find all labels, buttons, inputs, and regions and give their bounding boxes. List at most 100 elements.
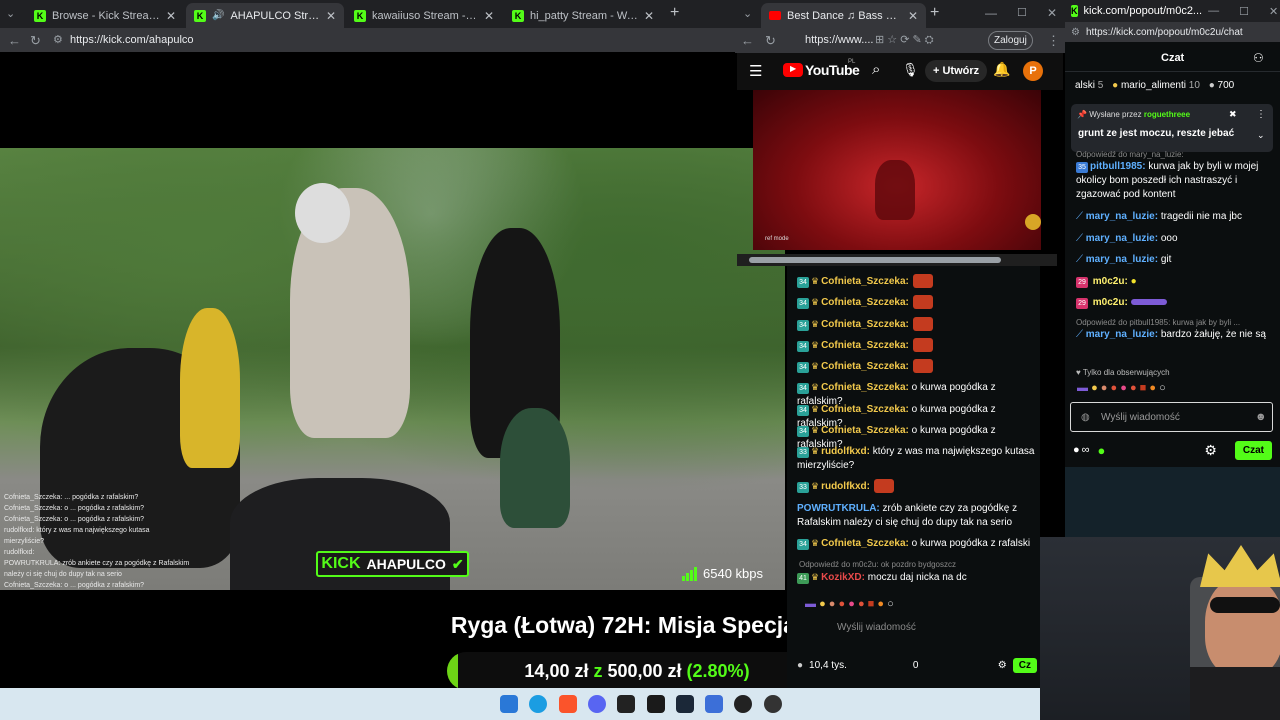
youtube-video-player[interactable]: ref mode (753, 90, 1041, 250)
crown-badge-icon: ♛ (811, 481, 820, 491)
users-icon[interactable]: ⚇ (1253, 51, 1264, 65)
tab-search-icon[interactable]: ⌄ (743, 7, 752, 20)
chat-username[interactable]: Cofnieta_Szczeka: (821, 340, 909, 351)
chat-username[interactable]: Cofnieta_Szczeka: (821, 297, 909, 308)
url-field[interactable]: https://www.... (805, 34, 873, 46)
more-options-icon[interactable]: ⋮ (1256, 109, 1266, 120)
site-info-icon[interactable]: ⚙ (53, 33, 63, 46)
popout-chat-footer: ● ∞ ● ⚙ Czat (1065, 438, 1280, 462)
kick-favicon-icon: K (512, 9, 524, 22)
tab-kawaiiuso[interactable]: K kawaiiuso Stream - Watch Live on ✕ (346, 3, 502, 28)
emoji-icon[interactable]: ◍ (1081, 412, 1090, 423)
chat-message-input[interactable]: Wyślij wiadomość (797, 622, 1037, 642)
youtube-browser-tabbar: ⌄ Best Dance ♫ Bass Music 2024 ✕ + — ☐ ✕ (735, 0, 1065, 28)
settings-gear-icon[interactable]: ⚙ (998, 660, 1007, 671)
close-icon[interactable]: ✕ (644, 9, 654, 23)
youtube-favicon-icon (769, 11, 781, 20)
extensions-icon[interactable]: ⊞ ☆ ⟳ ✎ ⛭ (875, 33, 934, 47)
reload-icon[interactable]: ↻ (765, 33, 776, 49)
viewers-icon: ● (797, 659, 804, 671)
chevron-down-icon[interactable]: ⌄ (1257, 130, 1265, 141)
emote-row[interactable]: ▬ ● ● ● ● ● ■ ● ○ (805, 598, 894, 610)
scrollbar-thumb[interactable] (749, 257, 1001, 263)
chat-username[interactable]: Cofnieta_Szczeka: (821, 404, 909, 415)
back-icon[interactable]: ← (8, 33, 21, 48)
microphone-icon[interactable]: 🎙 (902, 62, 919, 78)
sub-icon: ⟋ (1076, 254, 1083, 265)
start-menu-icon[interactable] (500, 695, 518, 713)
close-icon[interactable]: ✕ (326, 9, 336, 23)
chat-username[interactable]: KozikXD: (821, 572, 865, 583)
new-tab-button[interactable]: + (930, 4, 939, 22)
chat-message: 35 pitbull1985: kurwa jak by byli w mojej… (1076, 161, 1259, 200)
coin-icon: ● (1208, 80, 1215, 91)
chat-username[interactable]: Cofnieta_Szczeka: (821, 382, 909, 393)
chat-header-title: Czat (1161, 52, 1185, 64)
notifications-bell-icon[interactable]: 🔔 (993, 61, 1010, 78)
chat-username[interactable]: Cofnieta_Szczeka: (821, 319, 909, 330)
kick-logo-icon[interactable]: ● (1098, 443, 1106, 458)
app-icon[interactable] (705, 695, 723, 713)
users-icon[interactable]: ● (1073, 444, 1080, 456)
minimize-icon[interactable]: — (1208, 5, 1219, 17)
obs-icon[interactable] (734, 695, 752, 713)
reload-icon[interactable]: ↻ (30, 33, 41, 49)
unpin-icon[interactable]: ✖ (1229, 109, 1237, 120)
chat-username[interactable]: Cofnieta_Szczeka: (821, 538, 909, 549)
tab-ahapulco[interactable]: K 🔊 AHAPULCO Stream - Watch Live ✕ (186, 3, 344, 28)
emote-row[interactable]: ▬ ● ● ● ● ● ■ ● ○ (1077, 382, 1166, 394)
maximize-icon[interactable]: ☐ (1239, 5, 1249, 18)
crown-badge-icon: ♛ (811, 446, 820, 456)
back-icon[interactable]: ← (741, 33, 754, 48)
close-icon[interactable]: ✕ (166, 9, 176, 23)
popout-message-input[interactable]: ◍ Wyślij wiadomość ☻ (1070, 402, 1273, 432)
chat-username[interactable]: Cofnieta_Szczeka: (821, 361, 909, 372)
emote-icon: ● (1130, 276, 1137, 287)
minimize-icon[interactable]: — (985, 6, 997, 20)
chat-username[interactable]: rudolfkxd: (821, 446, 870, 457)
site-info-icon[interactable]: ⚙ (1071, 27, 1080, 38)
chat-username[interactable]: rudolfkxd: (821, 481, 870, 492)
settings-gear-icon[interactable]: ⚙ (1204, 442, 1217, 459)
chat-message: 29 m0c2u: ● (1076, 275, 1272, 289)
profile-button[interactable]: Zaloguj (988, 31, 1033, 50)
create-button[interactable]: + Utwórz (925, 60, 988, 82)
discord-icon[interactable] (588, 695, 606, 713)
window-close-icon[interactable]: ✕ (1269, 5, 1278, 18)
avatar[interactable]: P (1023, 61, 1043, 81)
tab-youtube-music[interactable]: Best Dance ♫ Bass Music 2024 ✕ (761, 3, 926, 28)
tab-browse-kick[interactable]: K Browse - Kick Streaming ✕ (26, 3, 184, 28)
emote-icon (912, 274, 933, 289)
steam-icon[interactable] (676, 695, 694, 713)
epic-games-icon[interactable] (647, 695, 665, 713)
close-icon[interactable]: ✕ (484, 9, 494, 23)
smiley-icon[interactable]: ☻ (1255, 411, 1267, 423)
search-icon[interactable]: ⌕ (872, 61, 880, 78)
hamburger-icon[interactable]: ☰ (749, 62, 762, 80)
horizontal-scrollbar[interactable] (737, 254, 1057, 266)
menu-icon[interactable]: ⋮ (1047, 33, 1060, 49)
sub-badge: 34 (797, 405, 809, 416)
bitrate-indicator: 6540 kbps (682, 566, 763, 581)
url-field[interactable]: https://kick.com/ahapulco (70, 34, 194, 46)
brave-icon[interactable] (559, 695, 577, 713)
pinned-message[interactable]: 📌 Wysłane przez roguethreee ✖ ⋮ grunt ze… (1071, 104, 1273, 152)
sub-badge: 34 (797, 298, 809, 309)
edge-icon[interactable] (529, 695, 547, 713)
sub-badge: 34 (797, 383, 809, 394)
chat-username[interactable]: Cofnieta_Szczeka: (821, 276, 909, 287)
close-icon[interactable]: ✕ (908, 9, 918, 23)
window-close-icon[interactable]: ✕ (1047, 6, 1057, 20)
new-tab-button[interactable]: + (670, 4, 679, 22)
app-icon[interactable] (617, 695, 635, 713)
tab-search-icon[interactable]: ⌄ (6, 7, 15, 20)
chat-username[interactable]: POWRUTKRULA: (797, 503, 880, 514)
send-chat-button[interactable]: Czat (1234, 440, 1272, 460)
chat-username[interactable]: Cofnieta_Szczeka: (821, 425, 909, 436)
app-icon[interactable] (764, 695, 782, 713)
maximize-icon[interactable]: ☐ (1017, 6, 1027, 19)
send-chat-button[interactable]: Cz (1012, 657, 1037, 673)
sub-badge: 33 (797, 482, 809, 493)
stream-video-frame[interactable]: Cofnieta_Szczeka: ... pogódka z rafalski… (0, 148, 785, 590)
tab-hi-patty[interactable]: K hi_patty Stream - Watch Live on K ✕ (504, 3, 662, 28)
